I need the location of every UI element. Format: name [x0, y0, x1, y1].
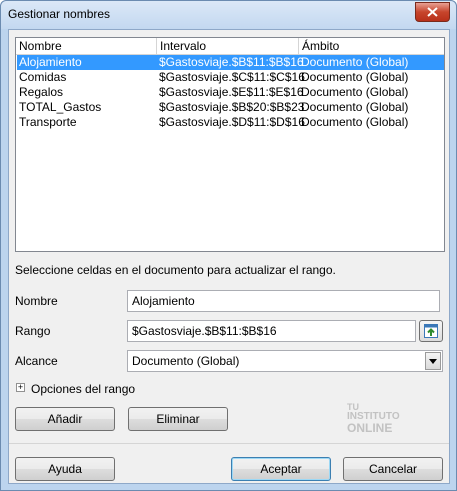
row-name: Regalos: [19, 85, 64, 99]
row-scope: Documento (Global): [301, 55, 409, 69]
chevron-down-icon: [429, 358, 437, 364]
column-header-scope[interactable]: Ámbito: [299, 38, 444, 54]
shrink-range-button[interactable]: [419, 320, 443, 342]
ok-button[interactable]: Aceptar: [231, 457, 331, 481]
list-header: Nombre Intervalo Ámbito: [16, 38, 444, 55]
range-options-expander[interactable]: Opciones del rango: [31, 382, 135, 396]
names-list[interactable]: Nombre Intervalo Ámbito Alojamiento $Gas…: [15, 37, 445, 252]
row-name: Alojamiento: [19, 55, 82, 69]
range-input[interactable]: $Gastosviaje.$B$11:$B$16: [127, 320, 416, 342]
expand-icon[interactable]: +: [16, 383, 25, 392]
row-range: $Gastosviaje.$D$11:$D$16: [159, 115, 305, 129]
row-name: Comidas: [19, 70, 67, 84]
range-hint: Seleccione celdas en el documento para a…: [15, 263, 336, 277]
dialog-content: Nombre Intervalo Ámbito Alojamiento $Gas…: [8, 29, 450, 484]
row-scope: Documento (Global): [301, 115, 409, 129]
row-scope: Documento (Global): [301, 70, 409, 84]
cancel-button[interactable]: Cancelar: [343, 457, 443, 481]
name-input[interactable]: Alojamiento: [127, 290, 440, 312]
list-row[interactable]: Transporte $Gastosviaje.$D$11:$D$16 Docu…: [17, 115, 444, 130]
close-button[interactable]: [415, 2, 450, 22]
row-range: $Gastosviaje.$B$20:$B$23: [159, 100, 305, 114]
watermark-line3: ONLINE: [347, 421, 393, 435]
column-header-name[interactable]: Nombre: [16, 38, 157, 54]
add-button[interactable]: Añadir: [15, 407, 115, 431]
dialog-window: Gestionar nombres Nombre Intervalo Ámbit…: [0, 0, 457, 491]
row-range: $Gastosviaje.$C$11:$C$16: [159, 70, 305, 84]
row-range: $Gastosviaje.$B$11:$B$16: [159, 55, 304, 69]
row-scope: Documento (Global): [301, 85, 409, 99]
scope-select[interactable]: Documento (Global): [127, 350, 443, 372]
name-label: Nombre: [15, 294, 58, 308]
delete-button[interactable]: Eliminar: [128, 407, 228, 431]
list-row[interactable]: Regalos $Gastosviaje.$E$11:$E$16 Documen…: [17, 85, 444, 100]
close-icon: [427, 7, 438, 17]
select-range-icon: [424, 324, 438, 338]
watermark-logo: TU INSTITUTO ONLINE: [347, 402, 400, 435]
list-row[interactable]: TOTAL_Gastos $Gastosviaje.$B$20:$B$23 Do…: [17, 100, 444, 115]
title-bar[interactable]: Gestionar nombres: [1, 1, 456, 29]
list-row[interactable]: Comidas $Gastosviaje.$C$11:$C$16 Documen…: [17, 70, 444, 85]
window-title: Gestionar nombres: [8, 7, 111, 21]
separator: [9, 443, 449, 444]
scope-value: Documento (Global): [132, 354, 240, 368]
range-label: Rango: [15, 324, 51, 338]
row-range: $Gastosviaje.$E$11:$E$16: [159, 85, 304, 99]
row-name: TOTAL_Gastos: [19, 100, 102, 114]
dropdown-button[interactable]: [425, 352, 441, 370]
row-name: Transporte: [19, 115, 77, 129]
scope-label: Alcance: [15, 354, 58, 368]
list-row[interactable]: Alojamiento $Gastosviaje.$B$11:$B$16 Doc…: [17, 55, 444, 70]
column-header-range[interactable]: Intervalo: [157, 38, 299, 54]
help-button[interactable]: Ayuda: [15, 457, 115, 481]
row-scope: Documento (Global): [301, 100, 409, 114]
